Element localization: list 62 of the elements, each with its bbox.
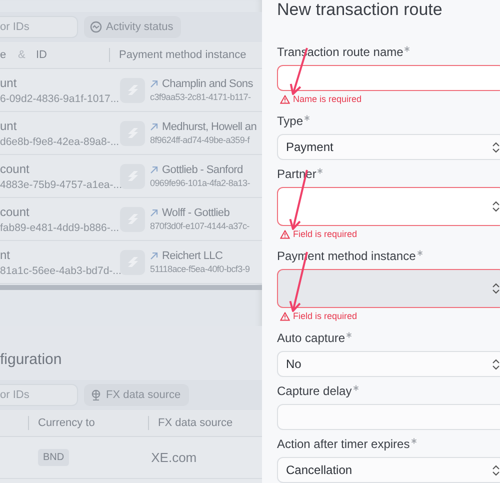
- table-cell: XE.com: [151, 450, 197, 465]
- select-field[interactable]: No: [277, 351, 500, 377]
- field-label: Action after timer expires: [277, 436, 410, 452]
- activity-icon: [90, 21, 102, 33]
- partner-link[interactable]: Wolff - Gottlieb: [162, 207, 230, 219]
- field-label: Auto capture: [277, 330, 346, 346]
- arrow-icon: [150, 80, 158, 88]
- activity-status-filter[interactable]: Activity status: [84, 16, 182, 38]
- warning-icon: [280, 230, 290, 238]
- globe-icon: [90, 389, 102, 401]
- table-cell: unt: [0, 118, 17, 132]
- input-field[interactable]: [277, 65, 500, 91]
- chevron-icon: [492, 142, 500, 152]
- field-label: Capture delay: [277, 383, 352, 399]
- warning-icon: [280, 312, 290, 320]
- select-field[interactable]: Cancellation: [277, 457, 500, 483]
- table-cell: 8f9624ff-ad74-49be-a359-f: [150, 135, 250, 145]
- table-cell: nt: [0, 248, 10, 262]
- currency-tag: BND: [38, 449, 70, 466]
- section-title: figuration: [0, 350, 62, 368]
- arrow-icon: [150, 209, 158, 217]
- table-cell: 6-09d2-4836-9a1f-1017...: [0, 92, 120, 104]
- error-message: Field is required: [277, 308, 500, 324]
- table-cell: count: [0, 162, 30, 176]
- column-header: Currency to: [38, 417, 96, 429]
- table-cell: unt: [0, 76, 17, 90]
- table-cell: c3f9aa53-2c81-4171-b117-: [150, 92, 251, 102]
- search-field[interactable]: or IDs: [0, 384, 78, 406]
- column-header: e: [0, 49, 8, 61]
- chevron-icon: [492, 464, 500, 476]
- table-cell: 51118ace-f5ea-40f0-bcf3-9: [150, 264, 250, 274]
- table-cell: count: [0, 204, 30, 218]
- error-message: Name is required: [277, 91, 500, 107]
- table-cell: 870f3d0f-e107-4144-a37c-: [150, 221, 250, 231]
- chevron-icon: [492, 201, 500, 212]
- column-header: Payment method instance: [119, 49, 246, 61]
- table-cell: 81a1c-56ee-4ab3-bd7d-...: [0, 264, 122, 276]
- column-separator: &: [18, 49, 26, 61]
- chevron-icon: [492, 283, 500, 294]
- select-field[interactable]: Payment: [277, 134, 500, 160]
- select-field[interactable]: [277, 187, 500, 226]
- table-cell: fab89-e481-4dd9-b886-...: [0, 222, 120, 234]
- chevron-icon: [492, 358, 500, 370]
- arrow-icon: [150, 123, 158, 131]
- column-header: FX data source: [158, 417, 233, 429]
- warning-icon: [280, 94, 290, 104]
- partner-link[interactable]: Champlin and Sons: [162, 78, 253, 90]
- search-field[interactable]: or IDs: [0, 16, 78, 38]
- arrow-icon: [150, 166, 158, 174]
- field-label: Type: [277, 113, 304, 129]
- table-cell: 0969fe96-101a-4fa2-8a13-: [150, 178, 250, 188]
- arrow-icon: [150, 252, 158, 260]
- partner-link[interactable]: Gottlieb - Sanford: [162, 164, 243, 176]
- scrollbar[interactable]: [0, 285, 262, 290]
- column-header: ID: [36, 49, 48, 61]
- error-message: Field is required: [277, 226, 500, 242]
- table-cell: 4883e-75b9-4757-a1ea-...: [0, 178, 122, 190]
- fx-data-source-filter[interactable]: FX data source: [84, 384, 189, 406]
- partner-link[interactable]: Medhurst, Howell an: [162, 121, 257, 133]
- drawer-title: New transaction route: [277, 0, 444, 20]
- partner-link[interactable]: Reichert LLC: [162, 250, 223, 262]
- table-cell: d6e8b-f9e8-42ea-89a8-...: [0, 136, 120, 148]
